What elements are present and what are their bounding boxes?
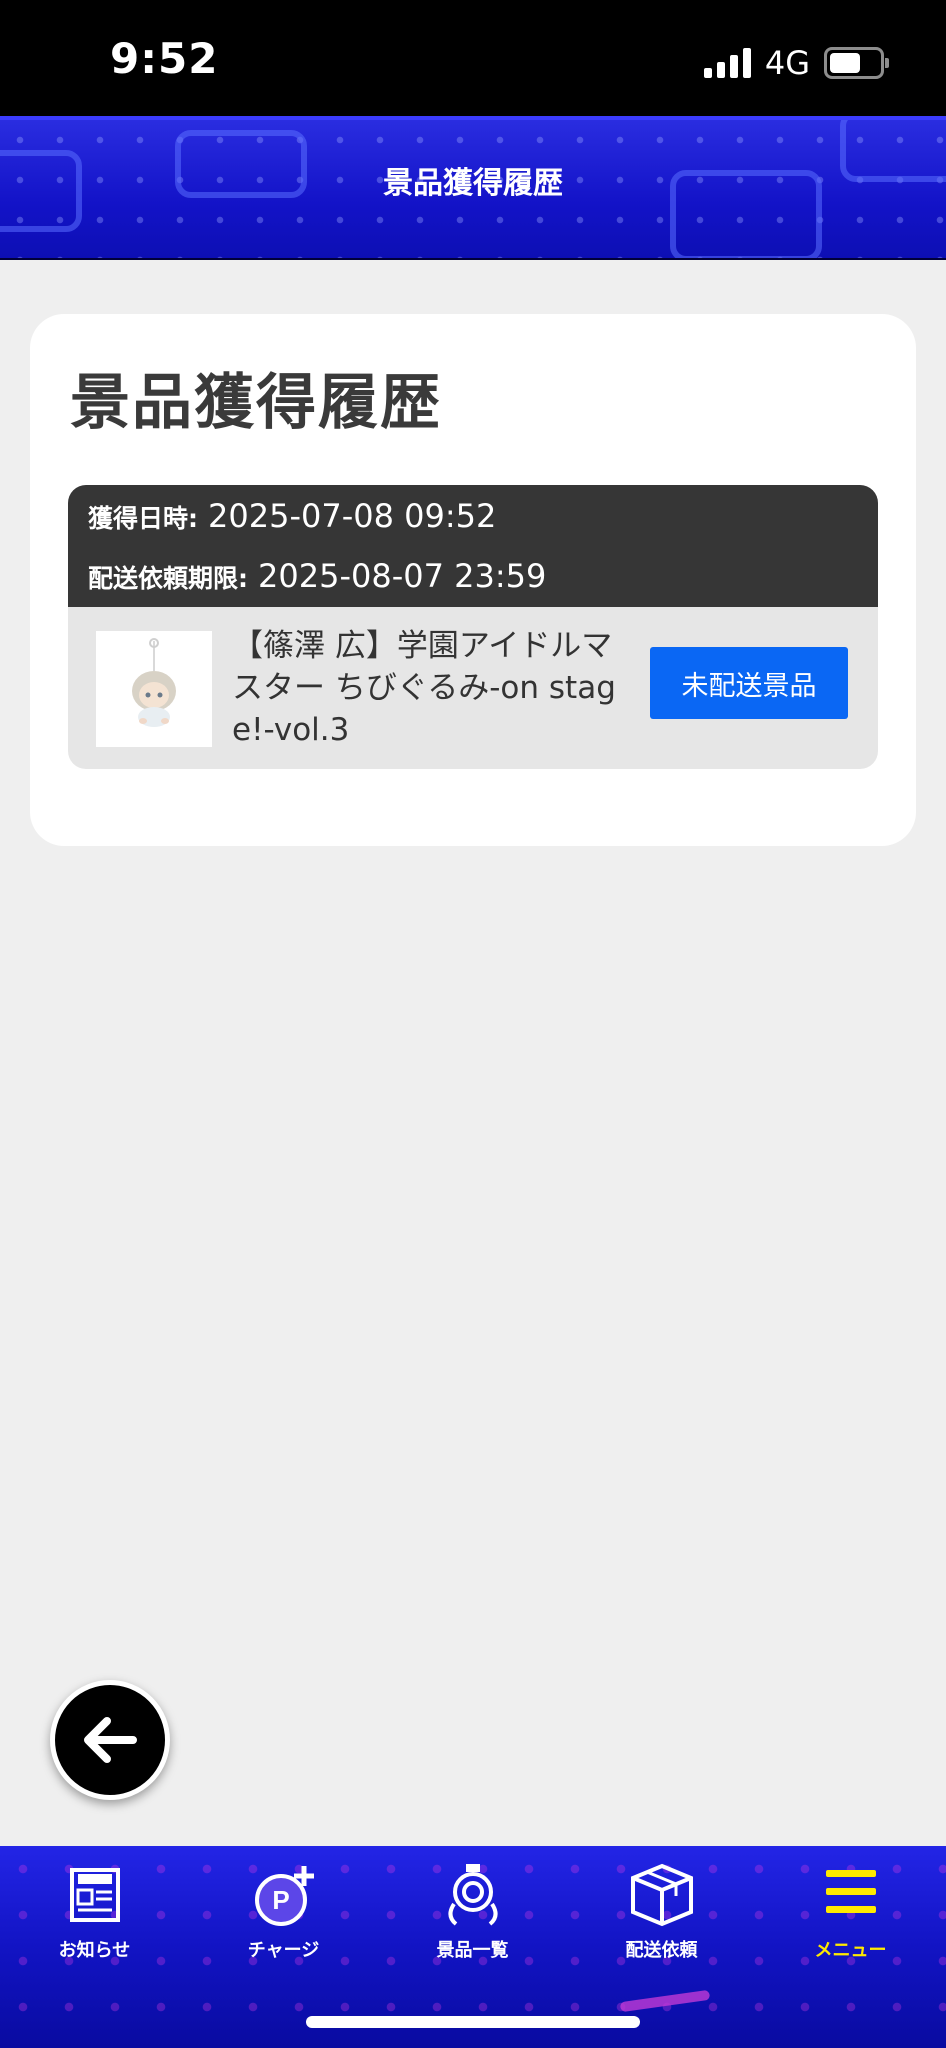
deadline-row: 配送依頼期限: 2025-08-07 23:59 (88, 557, 546, 595)
home-indicator (306, 2016, 640, 2028)
network-label: 4G (764, 44, 810, 82)
deadline-value: 2025-08-07 23:59 (258, 557, 547, 595)
menu-icon (825, 1870, 876, 1913)
status-indicators: 4G (703, 44, 889, 82)
status-bar: 9:52 4G (0, 0, 946, 116)
nav-label-delivery: 配送依頼 (625, 1940, 698, 1961)
nav-label-menu: メニュー (814, 1940, 887, 1961)
back-button[interactable] (50, 1680, 170, 1800)
nav-delivery[interactable]: 配送依頼 (567, 1860, 756, 1980)
prize-thumbnail (96, 631, 212, 747)
page-header: 景品獲得履歴 (0, 116, 946, 260)
news-icon (69, 1868, 120, 1922)
history-entry: 獲得日時: 2025-07-08 09:52 配送依頼期限: 2025-08-0… (68, 485, 878, 769)
prize-name[interactable]: 【篠澤 広】学園アイドルマスター ちびぐるみ-on stage!-vol.3 (232, 625, 632, 751)
entry-header: 獲得日時: 2025-07-08 09:52 配送依頼期限: 2025-08-0… (68, 485, 878, 607)
nav-prize-list[interactable]: 景品一覧 (378, 1860, 567, 1980)
page-title: 景品獲得履歴 (70, 368, 442, 438)
entry-body: 【篠澤 広】学園アイドルマスター ちびぐるみ-on stage!-vol.3 未… (68, 607, 878, 769)
nav-label-charge: チャージ (247, 1940, 320, 1961)
undelivered-status-button[interactable]: 未配送景品 (650, 647, 848, 719)
history-card: 景品獲得履歴 獲得日時: 2025-07-08 09:52 配送依頼期限: 20… (30, 314, 916, 846)
nav-label-news: お知らせ (58, 1940, 131, 1961)
status-time: 9:52 (110, 34, 219, 83)
acquired-label: 獲得日時: (88, 504, 198, 533)
battery-icon (824, 47, 889, 79)
plush-icon (132, 638, 176, 727)
nav-charge[interactable]: P チャージ (189, 1860, 378, 1980)
header-title: 景品獲得履歴 (383, 166, 563, 201)
nav-label-prize-list: 景品一覧 (436, 1940, 509, 1961)
acquired-value: 2025-07-08 09:52 (208, 497, 497, 535)
acquired-row: 獲得日時: 2025-07-08 09:52 (88, 497, 496, 535)
nav-news[interactable]: お知らせ (0, 1860, 189, 1980)
point-charge-icon: P (254, 1866, 314, 1926)
nav-menu[interactable]: メニュー (756, 1860, 945, 1980)
prize-catcher-icon (448, 1864, 497, 1926)
box-icon (630, 1863, 693, 1927)
deadline-label: 配送依頼期限: (88, 564, 248, 593)
svg-text:P: P (272, 1885, 289, 1915)
signal-icon (703, 48, 751, 78)
arrow-left-icon (84, 1717, 137, 1763)
